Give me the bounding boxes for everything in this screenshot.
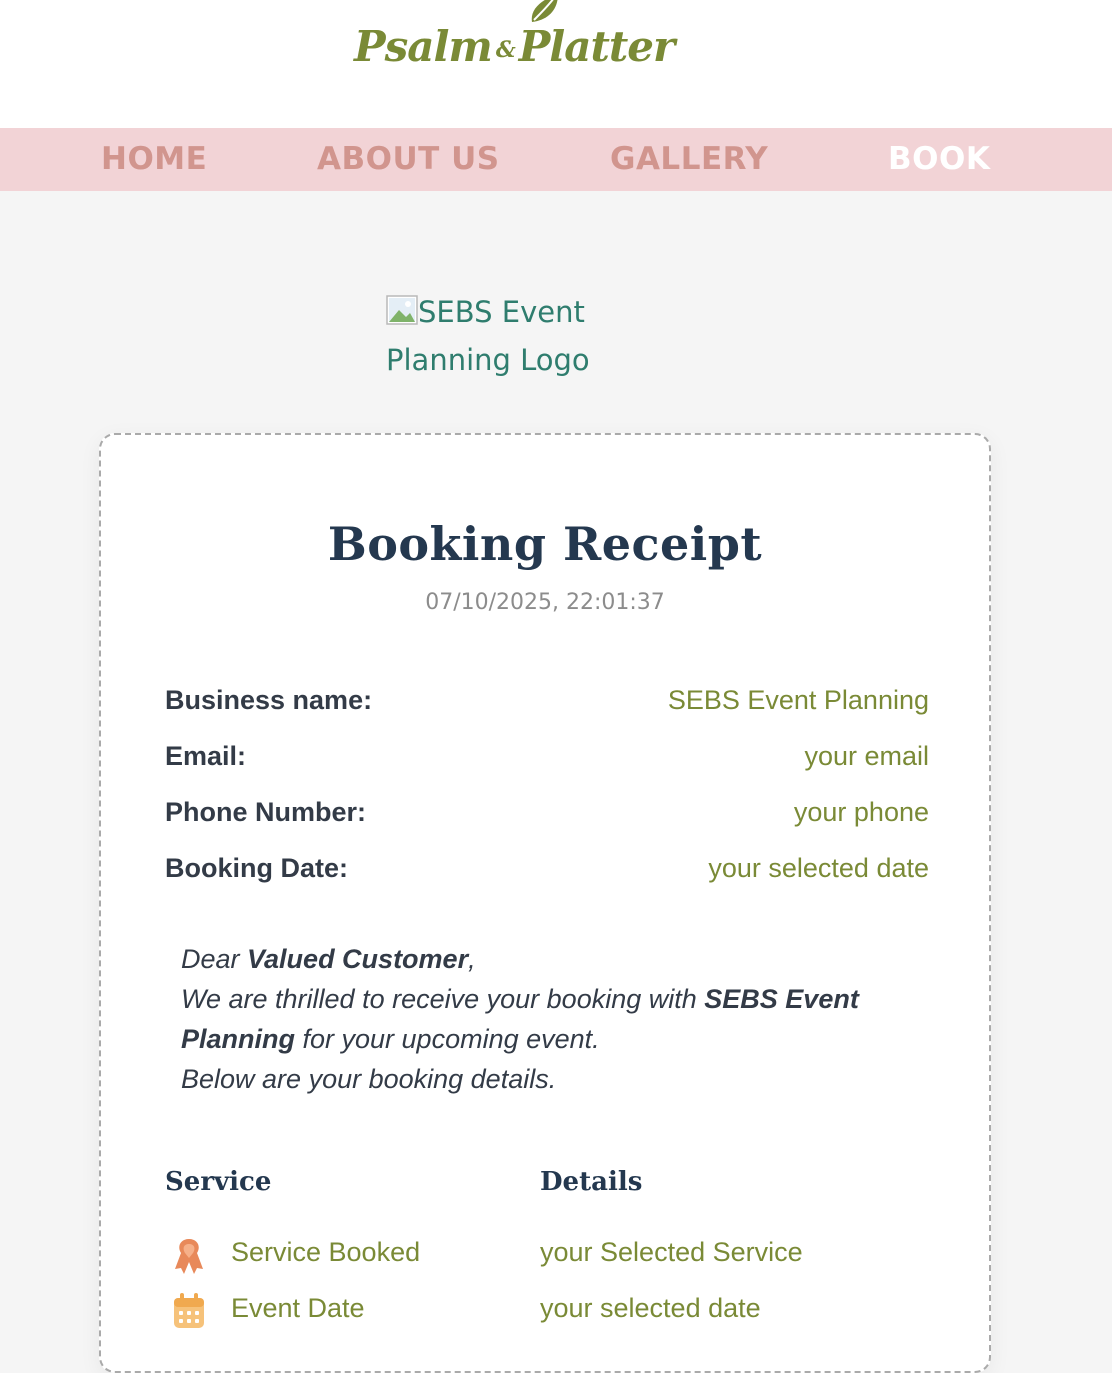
thanks-prefix: We are thrilled to receive your booking … — [181, 984, 705, 1014]
service-booked-detail: your Selected Service — [540, 1237, 803, 1267]
site-header: Psalm &Platter — [0, 0, 1112, 128]
greeting-letter: Dear Valued Customer, We are thrilled to… — [181, 939, 921, 1099]
brand-name-left: Psalm — [354, 22, 493, 71]
business-name-value: SEBS Event Planning — [667, 685, 929, 715]
ribbon-icon — [175, 1239, 203, 1274]
greeting-line: Dear Valued Customer, — [181, 939, 921, 979]
nav-home[interactable]: HOME — [101, 128, 207, 191]
nav-gallery[interactable]: GALLERY — [610, 128, 768, 191]
service-booked-row: Service Booked your Selected Service — [165, 1235, 929, 1279]
broken-image-icon — [386, 295, 418, 325]
main-nav: HOME ABOUT US GALLERY BOOK — [0, 128, 1112, 191]
booking-receipt-card: Booking Receipt 07/10/2025, 22:01:37 Bus… — [99, 433, 991, 1373]
email-label: Email: — [165, 741, 247, 771]
brand-name-right: Platter — [518, 22, 675, 71]
booking-date-value: your selected date — [708, 853, 929, 883]
calendar-icon — [174, 1293, 204, 1328]
event-date-detail: your selected date — [540, 1293, 761, 1323]
receipt-title: Booking Receipt — [327, 517, 763, 571]
customer-name: Valued Customer — [247, 944, 469, 974]
event-date-name: Event Date — [231, 1293, 365, 1323]
brand-logo[interactable]: Psalm &Platter — [354, 22, 675, 86]
email-value: your email — [804, 741, 929, 771]
phone-value: your phone — [793, 797, 929, 827]
booking-date-label: Booking Date: — [165, 853, 349, 883]
sebs-logo-image: SEBS Event Planning Logo — [386, 288, 616, 384]
nav-book[interactable]: BOOK — [888, 128, 990, 191]
service-booked-name: Service Booked — [231, 1237, 421, 1267]
thanks-suffix: for your upcoming event. — [295, 1024, 600, 1054]
email-row: Email: your email — [165, 741, 929, 781]
greeting-prefix: Dear — [181, 944, 248, 974]
nav-about-us[interactable]: ABOUT US — [317, 128, 500, 191]
greeting-suffix: , — [468, 944, 476, 974]
details-intro-line: Below are your booking details. — [181, 1064, 557, 1094]
phone-label: Phone Number: — [165, 797, 367, 827]
event-date-row: Event Date your selected date — [165, 1291, 929, 1335]
service-column-header: Service — [165, 1167, 272, 1197]
booking-date-row: Booking Date: your selected date — [165, 853, 929, 893]
brand-ampersand: & — [495, 37, 516, 63]
receipt-timestamp: 07/10/2025, 22:01:37 — [425, 590, 665, 615]
business-name-label: Business name: — [165, 685, 373, 715]
business-name-row: Business name: SEBS Event Planning — [165, 685, 929, 725]
phone-row: Phone Number: your phone — [165, 797, 929, 837]
details-column-header: Details — [540, 1167, 643, 1197]
thanks-line: We are thrilled to receive your booking … — [181, 979, 921, 1059]
